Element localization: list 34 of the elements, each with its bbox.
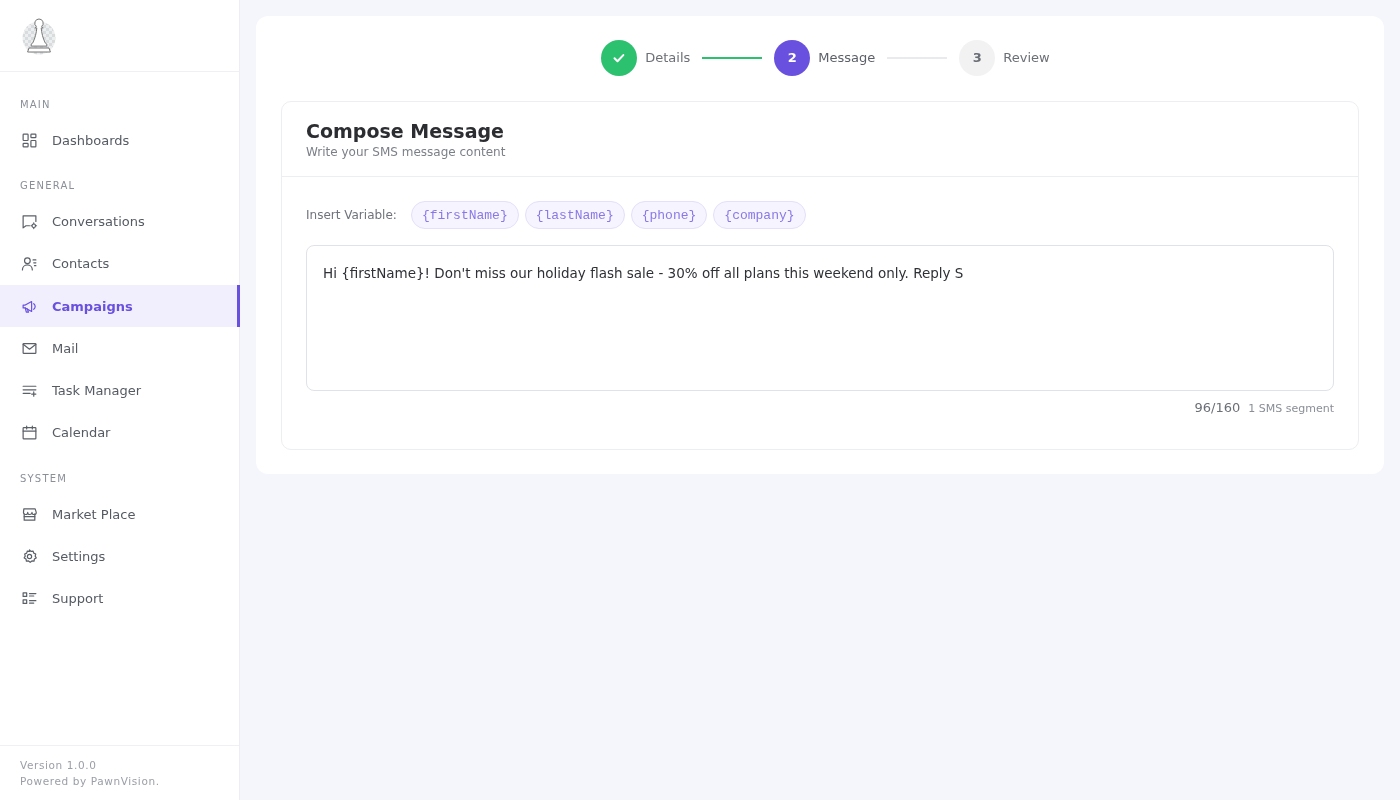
nav-item[interactable]: Dashboards xyxy=(0,119,240,162)
panel-title: Compose Message xyxy=(306,119,505,143)
step-label: Details xyxy=(645,50,691,65)
nav-item[interactable]: Market Place xyxy=(0,493,240,536)
nav-item[interactable]: Settings xyxy=(0,535,240,578)
nav-item[interactable]: Support xyxy=(0,577,240,620)
nav-item[interactable]: Contacts xyxy=(0,242,240,285)
section-label: SYSTEM xyxy=(20,473,68,486)
chat-gear-icon xyxy=(21,212,38,230)
section-label: GENERAL xyxy=(20,180,76,193)
segment-count: 1 SMS segment xyxy=(1248,402,1334,415)
step-number: 3 xyxy=(959,39,996,76)
calendar-icon xyxy=(21,424,38,442)
nav-item[interactable]: Calendar xyxy=(0,411,240,455)
section-label: MAIN xyxy=(20,99,51,111)
insert-variable-label: Insert Variable: xyxy=(306,208,397,222)
powered-by-text: Powered by PawnVision. xyxy=(20,774,160,788)
settings-icon xyxy=(21,548,38,565)
pawn-logo xyxy=(22,16,56,56)
panel-subtitle: Write your SMS message content xyxy=(306,144,507,160)
character-count: 96/160 xyxy=(1194,400,1241,415)
step-number: 2 xyxy=(774,39,811,76)
grid-icon xyxy=(21,131,38,149)
message-field[interactable]: Hi {firstName}! Don't miss our holiday flash sale - 30% off all plans this weekend only. Reply S xyxy=(306,245,1334,391)
nav-item[interactable]: Mail xyxy=(0,327,240,370)
storefront-icon xyxy=(21,505,38,523)
step-label: Message xyxy=(818,50,876,65)
nav-item[interactable]: Conversations xyxy=(0,200,240,243)
person-list-icon xyxy=(21,255,38,273)
version-text: Version 1.0.0 xyxy=(20,758,97,772)
step-connector xyxy=(702,56,763,59)
nav-item[interactable]: Task Manager xyxy=(0,369,240,412)
step-label: Review xyxy=(1003,50,1050,65)
nav-item[interactable]: Campaigns xyxy=(0,284,240,328)
